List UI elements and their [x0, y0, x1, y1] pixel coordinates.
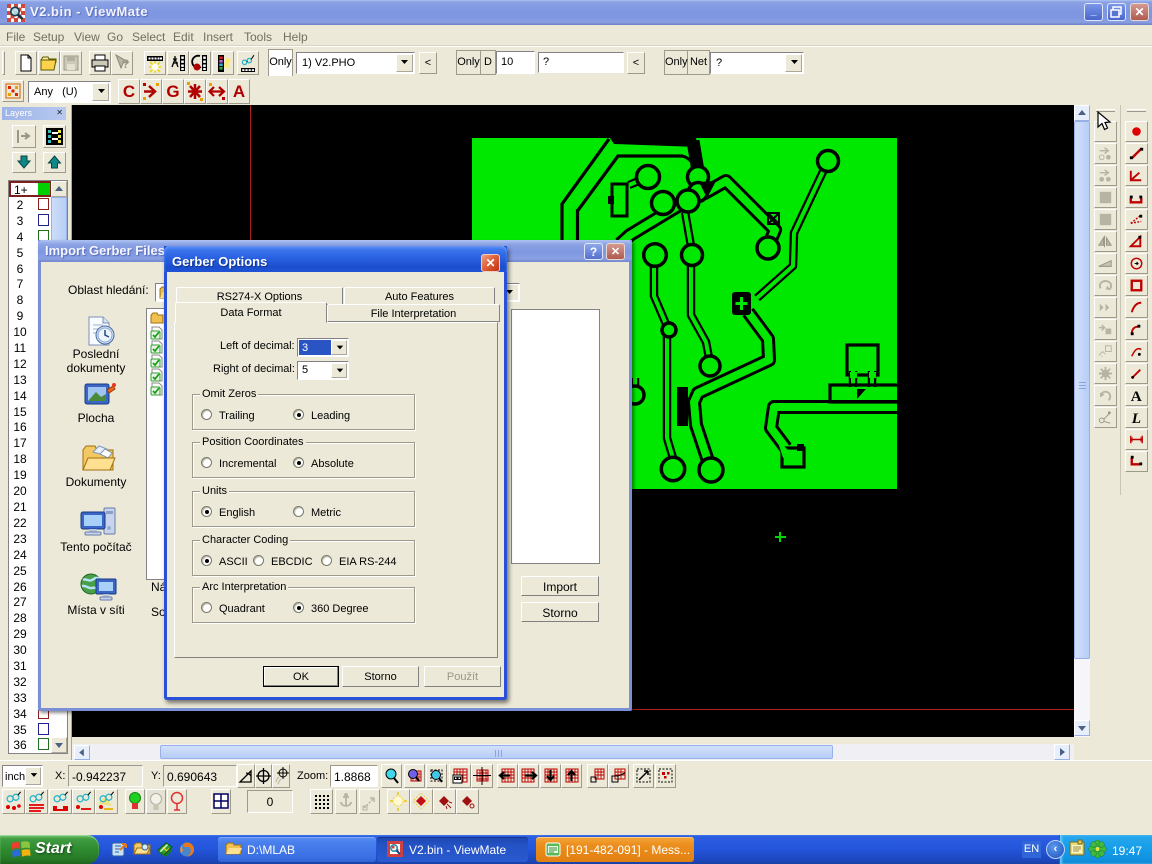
svg-text:L: L: [1131, 410, 1141, 427]
svg-text:A: A: [1131, 388, 1142, 405]
svg-text:?: ?: [122, 57, 129, 71]
